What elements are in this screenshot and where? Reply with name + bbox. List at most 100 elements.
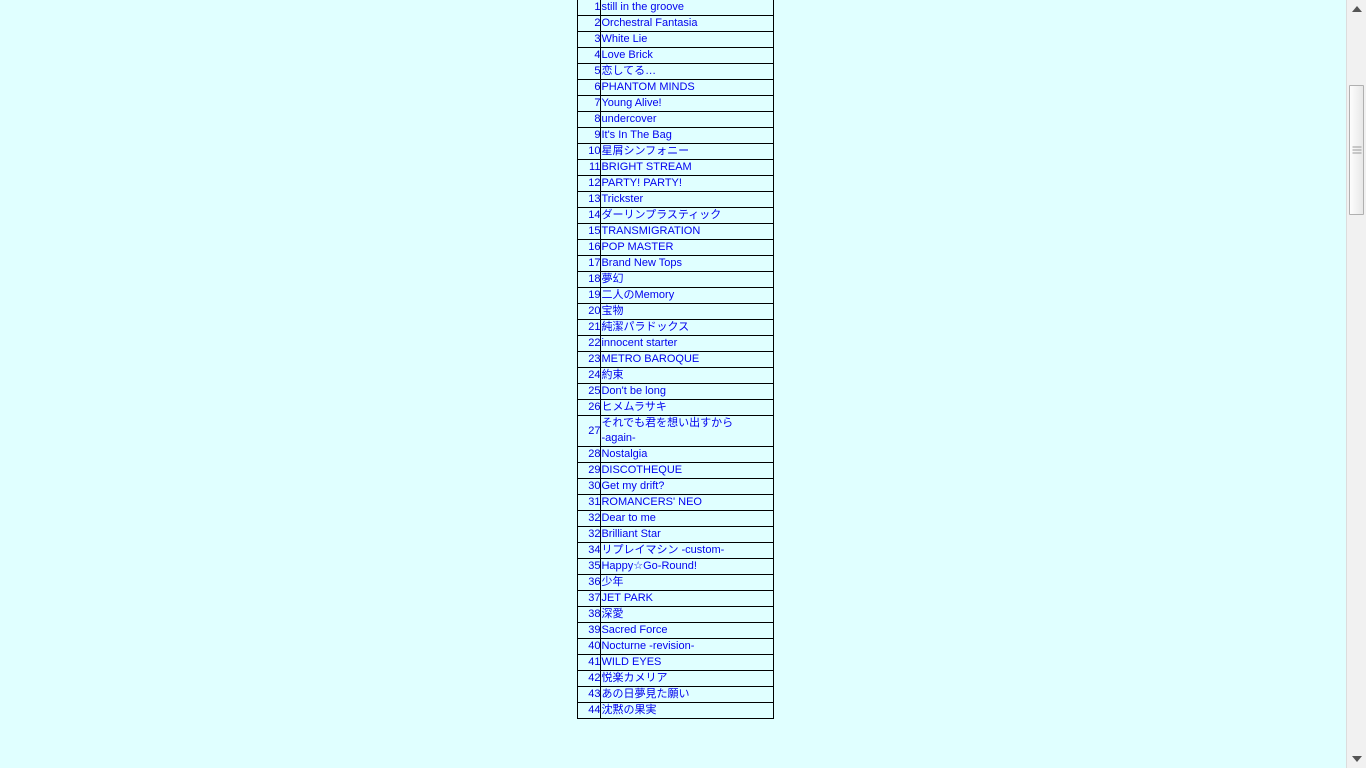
table-row: 28 Nostalgia xyxy=(576,446,774,463)
song-title-link[interactable]: Nostalgia xyxy=(602,448,647,460)
song-title-link[interactable]: WILD EYES xyxy=(602,656,661,668)
song-title-link[interactable]: It's In The Bag xyxy=(602,129,672,141)
song-title-link[interactable]: 恋してる… xyxy=(602,65,656,77)
song-title-link[interactable]: Brand New Tops xyxy=(602,257,682,269)
song-number-cell: 13 xyxy=(576,191,602,208)
song-title-link[interactable]: Don't be long xyxy=(602,385,666,397)
song-title-link[interactable]: ダーリンプラスティック xyxy=(602,209,721,221)
song-title-link[interactable]: PARTY! PARTY! xyxy=(602,177,682,189)
song-title-link[interactable]: 少年 xyxy=(602,576,624,588)
song-title-link[interactable]: 沈黙の果実 xyxy=(602,704,657,716)
song-title-cell: Dear to me xyxy=(600,510,774,527)
song-title-link[interactable]: 宝物 xyxy=(602,305,624,317)
table-row: 38 深愛 xyxy=(576,606,774,623)
song-number-cell: 3 xyxy=(576,31,602,48)
song-number-cell: 22 xyxy=(576,335,602,352)
song-title-link[interactable]: Love Brick xyxy=(602,49,653,61)
song-title-link[interactable]: METRO BAROQUE xyxy=(602,353,699,365)
table-row: 29 DISCOTHEQUE xyxy=(576,462,774,479)
table-row: 44 沈黙の果実 xyxy=(576,702,774,719)
song-title-link[interactable]: undercover xyxy=(602,113,657,125)
song-title-link[interactable]: Trickster xyxy=(602,193,643,205)
song-title-link[interactable]: 悦楽カメリア xyxy=(602,672,668,684)
table-row: 32 Brilliant Star xyxy=(576,526,774,543)
song-title-link[interactable]: 夢幻 xyxy=(602,273,624,285)
song-number-cell: 40 xyxy=(576,638,602,655)
song-title-cell: JET PARK xyxy=(600,590,774,607)
song-title-link[interactable]: 深愛 xyxy=(602,608,624,620)
table-row: 5 恋してる… xyxy=(576,63,774,80)
song-number-cell: 16 xyxy=(576,239,602,256)
song-title-cell: It's In The Bag xyxy=(600,127,774,144)
song-number-cell: 32 xyxy=(576,510,602,527)
song-title-cell: TRANSMIGRATION xyxy=(600,223,774,240)
song-number-cell: 37 xyxy=(576,590,602,607)
song-title-cell: Brilliant Star xyxy=(600,526,774,543)
table-row: 37 JET PARK xyxy=(576,590,774,607)
song-title-link-line2[interactable]: -again- xyxy=(602,431,773,446)
vertical-scrollbar[interactable] xyxy=(1346,0,1366,768)
table-row: 4 Love Brick xyxy=(576,47,774,64)
table-row: 43 あの日夢見た願い xyxy=(576,686,774,703)
song-title-link[interactable]: DISCOTHEQUE xyxy=(602,464,682,476)
table-row: 11 BRIGHT STREAM xyxy=(576,159,774,176)
song-number-cell: 5 xyxy=(576,63,602,80)
song-number-cell: 12 xyxy=(576,175,602,192)
song-title-cell: ダーリンプラスティック xyxy=(600,207,774,224)
table-row: 41 WILD EYES xyxy=(576,654,774,671)
song-title-cell: Love Brick xyxy=(600,47,774,64)
table-row: 17 Brand New Tops xyxy=(576,255,774,272)
song-number-cell: 15 xyxy=(576,223,602,240)
table-row: 1 still in the groove xyxy=(576,0,774,16)
song-title-link[interactable]: Sacred Force xyxy=(602,624,668,636)
song-number-cell: 1 xyxy=(576,0,602,16)
song-title-link[interactable]: Nocturne -revision- xyxy=(602,640,694,652)
song-title-cell: 悦楽カメリア xyxy=(600,670,774,687)
song-title-cell: Don't be long xyxy=(600,383,774,400)
table-row: 36 少年 xyxy=(576,574,774,591)
table-row: 26 ヒメムラサキ xyxy=(576,399,774,416)
song-title-cell: 約束 xyxy=(600,367,774,384)
song-number-cell: 34 xyxy=(576,542,602,559)
song-title-link[interactable]: innocent starter xyxy=(602,337,677,349)
song-title-link[interactable]: Young Alive! xyxy=(602,97,662,109)
song-title-link[interactable]: Brilliant Star xyxy=(602,528,661,540)
table-row: 14 ダーリンプラスティック xyxy=(576,207,774,224)
song-title-link[interactable]: あの日夢見た願い xyxy=(602,688,690,700)
song-title-link[interactable]: Happy☆Go-Round! xyxy=(602,560,697,572)
song-title-link[interactable]: 純潔パラドックス xyxy=(602,321,689,333)
song-title-link[interactable]: White Lie xyxy=(602,33,647,45)
song-title-link[interactable]: ROMANCERS' NEO xyxy=(602,496,702,508)
song-title-link[interactable]: 約束 xyxy=(602,369,624,381)
scroll-up-button[interactable] xyxy=(1347,0,1366,18)
song-title-link[interactable]: Get my drift? xyxy=(602,480,664,492)
song-title-cell: METRO BAROQUE xyxy=(600,351,774,368)
song-title-link[interactable]: それでも君を想い出すから xyxy=(602,417,733,429)
scroll-down-button[interactable] xyxy=(1347,750,1366,768)
table-row: 22 innocent starter xyxy=(576,335,774,352)
table-row: 9 It's In The Bag xyxy=(576,127,774,144)
song-number-cell: 4 xyxy=(576,47,602,64)
song-number-cell: 36 xyxy=(576,574,602,591)
scrollbar-thumb[interactable] xyxy=(1349,85,1364,215)
song-title-link[interactable]: Dear to me xyxy=(602,512,656,524)
song-title-link[interactable]: 星屑シンフォニー xyxy=(602,145,689,157)
song-title-link[interactable]: POP MASTER xyxy=(602,241,673,253)
song-title-link[interactable]: Orchestral Fantasia xyxy=(602,17,697,29)
song-number-cell: 17 xyxy=(576,255,602,272)
song-title-link[interactable]: リプレイマシン -custom- xyxy=(602,544,724,556)
song-number-cell: 27 xyxy=(576,415,602,447)
song-title-link[interactable]: 二人のMemory xyxy=(602,289,674,301)
song-title-link[interactable]: ヒメムラサキ xyxy=(602,401,667,413)
song-title-cell: Brand New Tops xyxy=(600,255,774,272)
song-title-link[interactable]: PHANTOM MINDS xyxy=(602,81,695,93)
song-title-cell: 宝物 xyxy=(600,303,774,320)
song-list-container: 1 still in the groove 2 Orchestral Fantasia… xyxy=(576,0,774,719)
song-title-link[interactable]: BRIGHT STREAM xyxy=(602,161,692,173)
song-title-link[interactable]: TRANSMIGRATION xyxy=(602,225,700,237)
song-title-link[interactable]: JET PARK xyxy=(602,592,653,604)
song-title-cell: リプレイマシン -custom- xyxy=(600,542,774,559)
table-row: 8 undercover xyxy=(576,111,774,128)
song-title-link[interactable]: still in the groove xyxy=(602,1,684,13)
song-title-cell: Orchestral Fantasia xyxy=(600,15,774,32)
